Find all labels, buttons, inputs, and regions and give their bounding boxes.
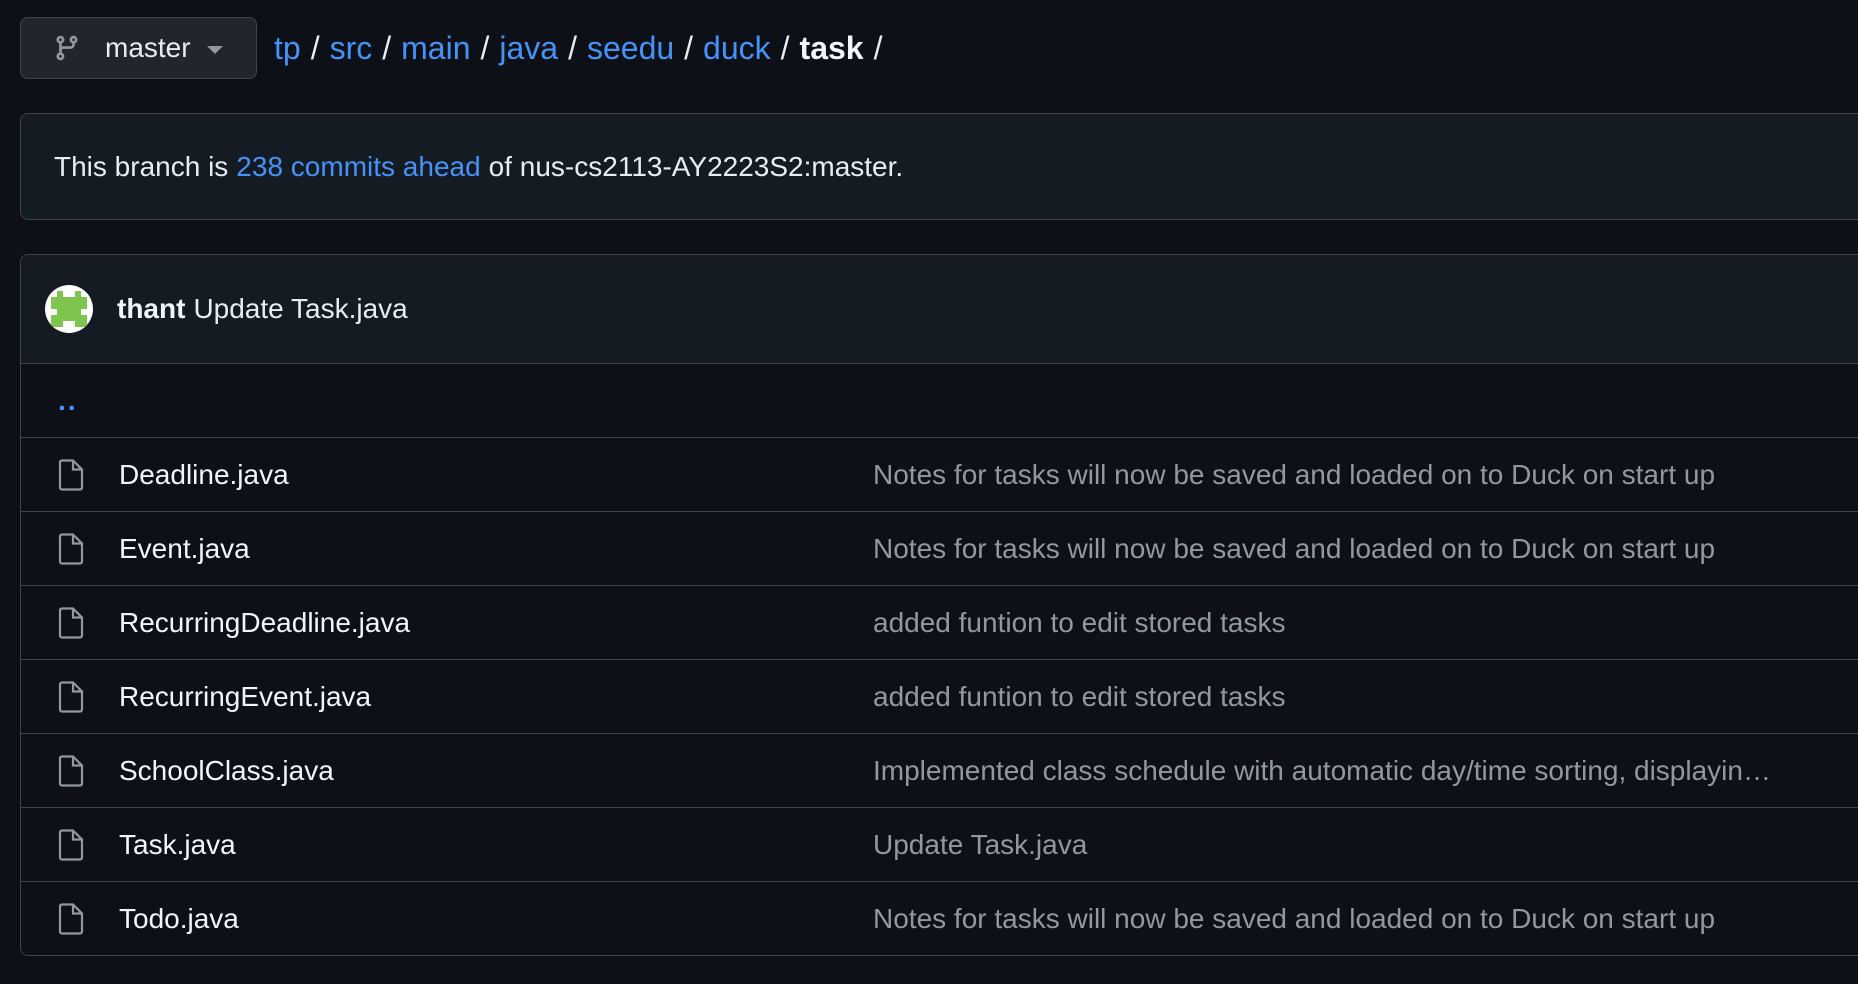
file-row[interactable]: RecurringEvent.java added funtion to edi… xyxy=(21,660,1858,734)
commits-ahead-link[interactable]: 238 commits ahead xyxy=(236,151,480,183)
file-name[interactable]: RecurringEvent.java xyxy=(119,681,873,713)
file-icon xyxy=(58,828,84,861)
commit-message[interactable]: Update Task.java xyxy=(193,293,407,325)
file-commit-message[interactable]: Notes for tasks will now be saved and lo… xyxy=(873,533,1715,565)
file-row[interactable]: SchoolClass.java Implemented class sched… xyxy=(21,734,1858,808)
file-commit-message[interactable]: added funtion to edit stored tasks xyxy=(873,681,1286,713)
file-row[interactable]: Todo.java Notes for tasks will now be sa… xyxy=(21,882,1858,955)
breadcrumb-separator: / xyxy=(568,29,577,66)
banner-prefix: This branch is xyxy=(54,150,229,182)
file-commit-message[interactable]: added funtion to edit stored tasks xyxy=(873,607,1286,639)
breadcrumb-link-duck[interactable]: duck xyxy=(703,30,771,67)
breadcrumb-separator: / xyxy=(684,29,694,66)
file-list: thant Update Task.java .. Deadline.java … xyxy=(20,254,1858,956)
breadcrumb-separator: / xyxy=(382,29,392,66)
file-icon xyxy=(58,458,84,491)
breadcrumb-separator: / xyxy=(780,29,790,66)
file-row[interactable]: Deadline.java Notes for tasks will now b… xyxy=(21,438,1858,512)
branch-name: master xyxy=(105,32,191,63)
file-commit-message[interactable]: Notes for tasks will now be saved and lo… xyxy=(873,459,1715,491)
file-name[interactable]: Deadline.java xyxy=(119,459,873,491)
breadcrumb-link-src[interactable]: src xyxy=(330,30,373,67)
breadcrumb-link-java[interactable]: java xyxy=(499,30,558,67)
file-icon xyxy=(58,902,84,935)
file-commit-message[interactable]: Notes for tasks will now be saved and lo… xyxy=(873,903,1715,935)
file-row[interactable]: Task.java Update Task.java xyxy=(21,808,1858,882)
top-bar: master tp / src / main / java / seedu / … xyxy=(20,17,892,79)
file-icon xyxy=(58,754,84,787)
branch-status-banner: This branch is 238 commits ahead of nus-… xyxy=(20,113,1858,220)
breadcrumb: tp / src / main / java / seedu / duck / … xyxy=(274,17,892,79)
breadcrumb-link-seedu[interactable]: seedu xyxy=(587,30,674,67)
breadcrumb-link-tp[interactable]: tp xyxy=(274,30,301,67)
file-icon xyxy=(58,680,84,713)
file-commit-message[interactable]: Implemented class schedule with automati… xyxy=(873,755,1771,787)
avatar[interactable] xyxy=(45,285,93,333)
breadcrumb-separator: / xyxy=(480,29,490,66)
file-name[interactable]: Todo.java xyxy=(119,903,873,935)
chevron-down-icon xyxy=(206,46,223,54)
breadcrumb-current: task xyxy=(799,29,864,66)
file-row[interactable]: Event.java Notes for tasks will now be s… xyxy=(21,512,1858,586)
file-icon xyxy=(58,532,84,565)
file-name[interactable]: Event.java xyxy=(119,533,873,565)
parent-directory-link[interactable]: .. xyxy=(21,364,1858,438)
file-name[interactable]: SchoolClass.java xyxy=(119,755,873,787)
breadcrumb-separator: / xyxy=(310,29,320,66)
git-branch-icon xyxy=(53,33,81,63)
latest-commit-header: thant Update Task.java xyxy=(21,255,1858,364)
branch-selector-button[interactable]: master xyxy=(20,17,257,79)
commit-author[interactable]: thant xyxy=(117,293,185,325)
file-commit-message[interactable]: Update Task.java xyxy=(873,829,1087,861)
file-row[interactable]: RecurringDeadline.java added funtion to … xyxy=(21,586,1858,660)
file-name[interactable]: Task.java xyxy=(119,829,873,861)
breadcrumb-separator: / xyxy=(873,29,883,66)
file-icon xyxy=(58,606,84,639)
banner-suffix: of nus-cs2113-AY2223S2:master. xyxy=(488,150,904,182)
breadcrumb-link-main[interactable]: main xyxy=(401,30,470,67)
file-name[interactable]: RecurringDeadline.java xyxy=(119,607,873,639)
